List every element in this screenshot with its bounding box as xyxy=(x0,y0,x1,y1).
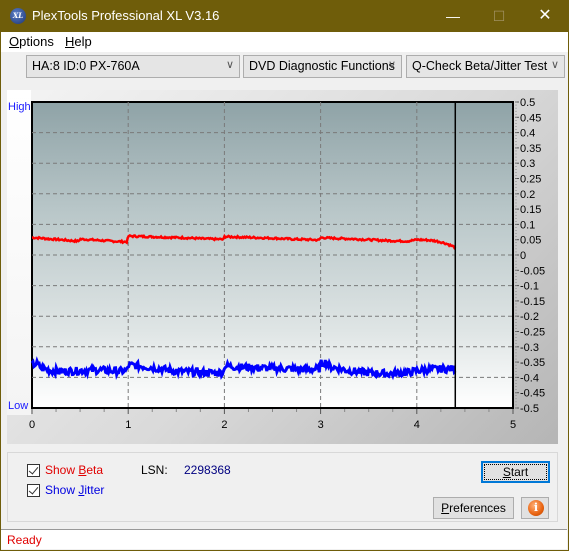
info-icon: i xyxy=(528,500,544,516)
status-bar: Ready xyxy=(1,529,567,549)
chevron-down-icon: ∨ xyxy=(387,59,396,71)
plot-area xyxy=(31,101,514,409)
drive-select-value: HA:8 ID:0 PX-760A xyxy=(32,59,140,73)
chart-label-strip xyxy=(7,90,31,415)
show-beta-label[interactable]: Show Beta xyxy=(45,463,103,477)
lsn-label: LSN: xyxy=(141,463,168,477)
show-jitter-label[interactable]: Show Jitter xyxy=(45,483,104,497)
chevron-down-icon: ∨ xyxy=(550,59,559,71)
low-label: Low xyxy=(8,400,29,412)
function-select-value: DVD Diagnostic Functions xyxy=(249,59,395,73)
menu-options[interactable]: Options xyxy=(9,34,54,49)
show-beta-checkbox[interactable] xyxy=(27,464,40,477)
toolbar: HA:8 ID:0 PX-760A ∨ DVD Diagnostic Funct… xyxy=(1,52,568,81)
xl-logo-icon: XL xyxy=(10,8,26,24)
preferences-accel: P xyxy=(441,501,450,515)
start-button[interactable]: Start xyxy=(481,461,550,483)
test-select-value: Q-Check Beta/Jitter Test xyxy=(412,59,548,73)
show-jitter-label-post: itter xyxy=(84,483,105,497)
drive-select[interactable]: HA:8 ID:0 PX-760A ∨ xyxy=(26,55,240,78)
preferences-button[interactable]: Preferences xyxy=(433,497,514,519)
chevron-down-icon: ∨ xyxy=(225,59,234,71)
menu-help[interactable]: Help xyxy=(65,34,92,49)
maximize-button[interactable]: ☐ xyxy=(476,1,522,32)
menu-options-rest: ptions xyxy=(19,34,54,49)
show-beta-label-pre: Show xyxy=(45,463,79,477)
test-select[interactable]: Q-Check Beta/Jitter Test ∨ xyxy=(406,55,565,78)
status-text: Ready xyxy=(7,533,42,547)
menu-options-accel: O xyxy=(9,34,20,49)
show-beta-label-post: eta xyxy=(86,463,104,477)
high-label: High xyxy=(8,101,31,113)
show-jitter-checkbox[interactable] xyxy=(27,484,40,497)
focus-rect xyxy=(484,464,547,480)
info-button[interactable]: i xyxy=(521,497,549,519)
show-jitter-label-pre: Show xyxy=(45,483,79,497)
menu-bar: Options Help xyxy=(1,32,568,52)
minimize-button[interactable]: — xyxy=(430,1,476,32)
close-button[interactable]: ✕ xyxy=(522,1,568,32)
lsn-value: 2298368 xyxy=(184,463,231,477)
window-title: PlexTools Professional XL V3.16 xyxy=(32,8,220,23)
preferences-rest: references xyxy=(449,501,506,515)
title-bar[interactable]: XL PlexTools Professional XL V3.16 — ☐ ✕ xyxy=(1,1,569,32)
menu-help-accel: H xyxy=(65,34,75,49)
menu-help-rest: elp xyxy=(74,34,92,49)
function-select[interactable]: DVD Diagnostic Functions ∨ xyxy=(243,55,402,78)
